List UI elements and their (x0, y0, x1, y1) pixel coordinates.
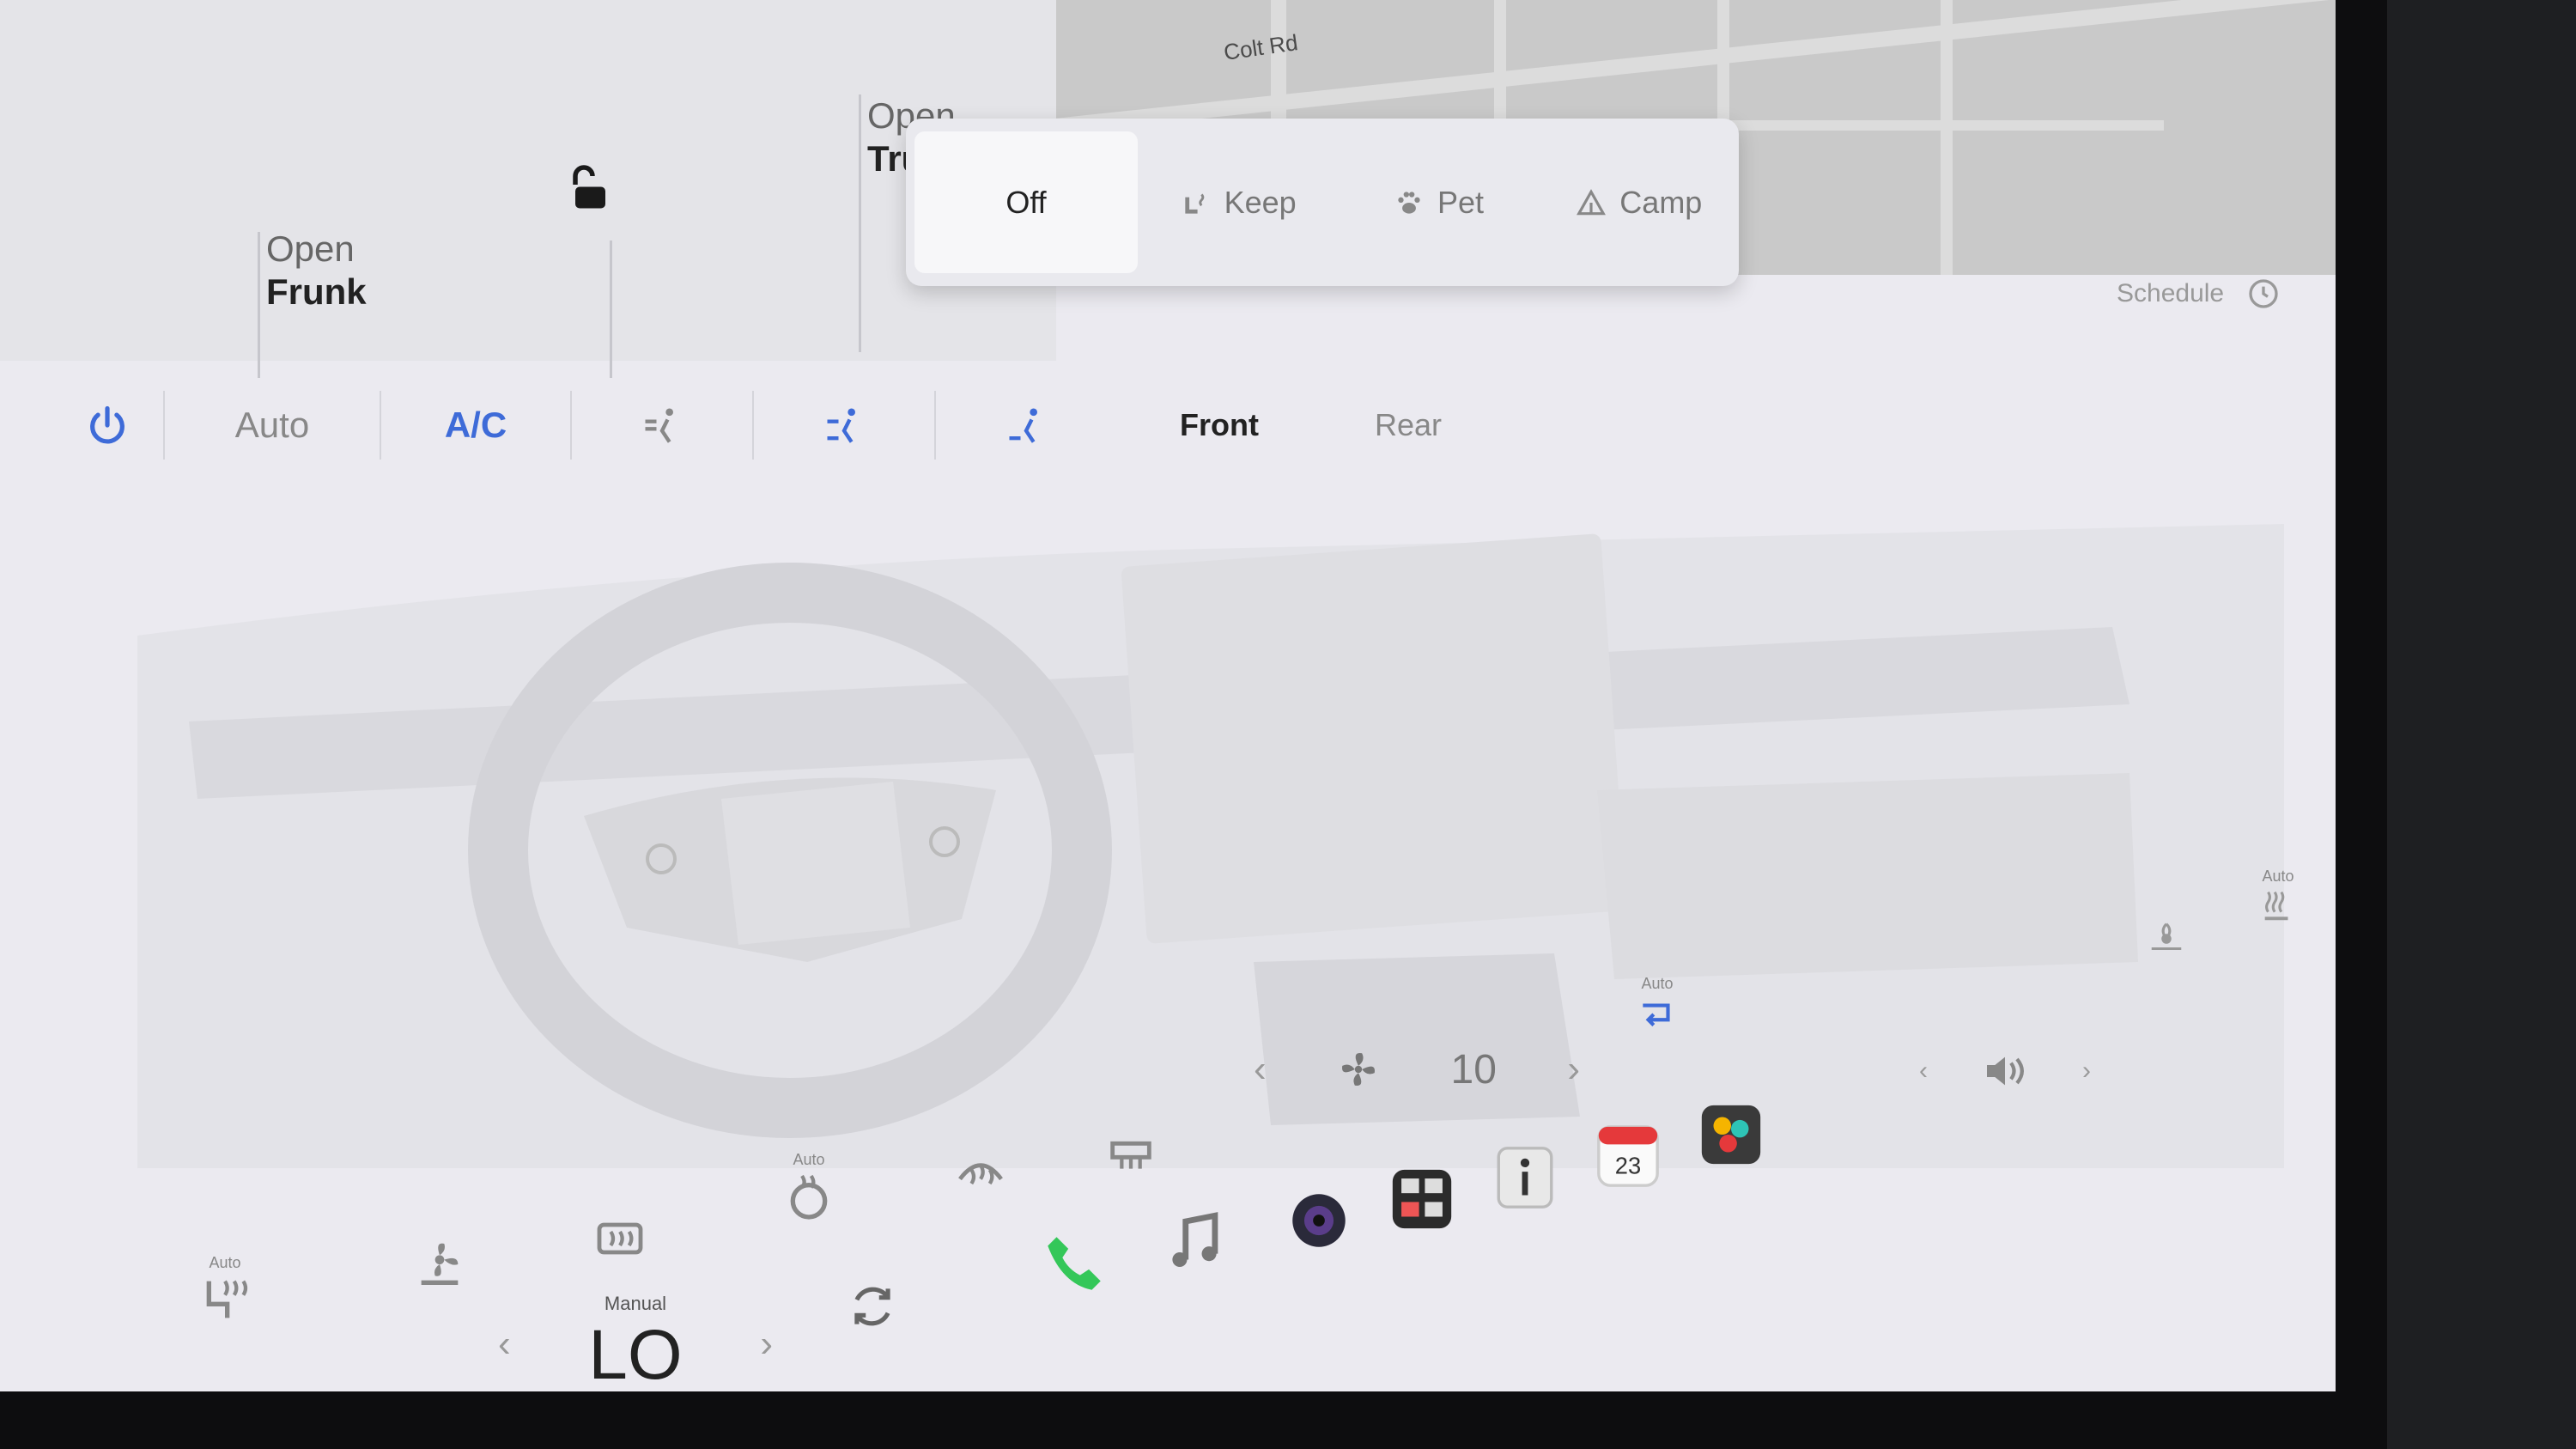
driver-seat-fan-button[interactable] (412, 1237, 467, 1296)
mode-camp-button[interactable]: Camp (1539, 185, 1739, 221)
zone-front-tab[interactable]: Front (1116, 369, 1322, 481)
steering-heat-icon (790, 1174, 828, 1220)
climate-toolbar: Auto A/C Front Rear (52, 369, 1528, 481)
schedule-label: Schedule (2117, 279, 2225, 307)
ac-button[interactable]: A/C (381, 369, 570, 481)
zone-front-label: Front (1180, 407, 1259, 442)
manual-app-button[interactable] (1490, 1142, 1560, 1213)
volume-up-button[interactable]: › (2082, 1056, 2091, 1086)
ac-label: A/C (444, 405, 507, 445)
power-icon (90, 405, 125, 444)
recirc-mode-label: Auto (1641, 975, 1674, 992)
zone-rear-tab[interactable]: Rear (1322, 369, 1494, 481)
calendar-app-button[interactable]: 23 (1593, 1121, 1663, 1191)
airflow-face-icon (645, 408, 673, 443)
center-display (1121, 533, 1626, 944)
temperature-value: LO (588, 1316, 683, 1391)
keep-climate-icon (1184, 192, 1204, 214)
schedule-button[interactable]: Schedule (2117, 277, 2281, 311)
airflow-feet-button[interactable] (936, 369, 1116, 481)
seat-heat-icon (206, 1280, 248, 1318)
front-defrost-icon (958, 1163, 1003, 1185)
music-app-icon (1172, 1212, 1218, 1268)
mode-off-button[interactable]: Off (914, 131, 1138, 273)
open-frunk-line2: Frunk (266, 271, 367, 312)
temperature-mode-label: Manual (604, 1293, 667, 1314)
paw-icon (1398, 191, 1420, 214)
clock-icon (2249, 279, 2278, 308)
unlock-icon[interactable] (567, 163, 618, 215)
camera-app-button[interactable] (1284, 1185, 1354, 1256)
passenger-seat-heat-button[interactable]: Auto (2258, 868, 2298, 929)
volume-icon[interactable] (1981, 1047, 2029, 1095)
volume-down-button[interactable]: ‹ (1919, 1056, 1928, 1086)
mode-pet-button[interactable]: Pet (1338, 185, 1538, 221)
calendar-date: 23 (1615, 1153, 1641, 1179)
climate-mode-popover: Off Keep Pet Camp (906, 119, 1739, 286)
open-frunk-button[interactable]: Open Frunk (266, 228, 367, 314)
climate-power-button[interactable] (52, 369, 163, 481)
driver-temperature-control: ‹ Manual LO › (498, 1293, 773, 1391)
music-app-button[interactable] (1159, 1207, 1230, 1277)
temp-increase-button[interactable]: › (760, 1323, 773, 1366)
tent-icon (1577, 188, 1607, 215)
rear-defrost-button[interactable] (592, 1211, 647, 1270)
map-street-label: Colt Rd (1222, 29, 1300, 65)
recirculate-icon (1643, 1003, 1670, 1026)
passenger-heat-mode-label: Auto (2262, 868, 2294, 885)
controls-app-button[interactable] (1387, 1164, 1457, 1234)
controls-app-icon (1392, 1169, 1452, 1229)
temp-decrease-button[interactable]: ‹ (498, 1323, 511, 1366)
vehicle-controls-panel: Open Frunk Open Trunk (0, 0, 1056, 378)
auto-label: Auto (234, 405, 310, 445)
rear-defrost-icon (597, 1222, 643, 1255)
manual-app-icon (1497, 1147, 1553, 1209)
fan-speed-value: 10 (1450, 1046, 1497, 1093)
steering-heat-button[interactable]: Auto (781, 1151, 836, 1228)
toybox-app-icon (1701, 1105, 1761, 1165)
airflow-feet-icon (1009, 408, 1037, 443)
airflow-face-feet-icon (827, 408, 855, 443)
volume-control: ‹ › (1919, 1041, 2091, 1101)
camera-app-icon (1292, 1194, 1346, 1247)
recirculation-button[interactable]: Auto (1636, 975, 1679, 1040)
phone-app-button[interactable] (1039, 1228, 1109, 1299)
mode-off-label: Off (1005, 184, 1047, 220)
airflow-face-button[interactable] (572, 369, 752, 481)
passenger-seat-fan-icon[interactable] (2147, 919, 2186, 959)
open-frunk-line1: Open (266, 228, 355, 269)
driver-seat-heat-button[interactable]: Auto (197, 1254, 252, 1331)
temperature-display[interactable]: Manual LO (588, 1293, 682, 1391)
mode-keep-label: Keep (1224, 184, 1297, 220)
zone-rear-label: Rear (1374, 407, 1443, 442)
seat-fan-icon (421, 1243, 459, 1285)
mode-pet-label: Pet (1437, 184, 1485, 220)
mode-keep-button[interactable]: Keep (1138, 185, 1338, 221)
front-defrost-button[interactable] (953, 1142, 1008, 1202)
fan-icon (1342, 1053, 1376, 1086)
calendar-app-icon: 23 (1597, 1125, 1659, 1187)
driver-heat-mode-label: Auto (209, 1254, 241, 1271)
fan-increase-button[interactable]: › (1567, 1048, 1580, 1091)
steering-heat-mode-label: Auto (793, 1151, 825, 1168)
seat-heat-icon (2264, 891, 2288, 921)
sync-temperature-icon[interactable] (846, 1280, 899, 1333)
touchscreen: Colt Rd Open Frunk Open Trunk Off K (0, 0, 2336, 1391)
fan-decrease-button[interactable]: ‹ (1254, 1048, 1267, 1091)
app-dock: 23 (1039, 1099, 1761, 1290)
toybox-app-button[interactable] (1696, 1099, 1766, 1170)
auto-button[interactable]: Auto (165, 369, 380, 481)
mode-camp-label: Camp (1619, 184, 1703, 220)
phone-app-icon (1048, 1237, 1101, 1290)
airflow-face-feet-button[interactable] (754, 369, 934, 481)
